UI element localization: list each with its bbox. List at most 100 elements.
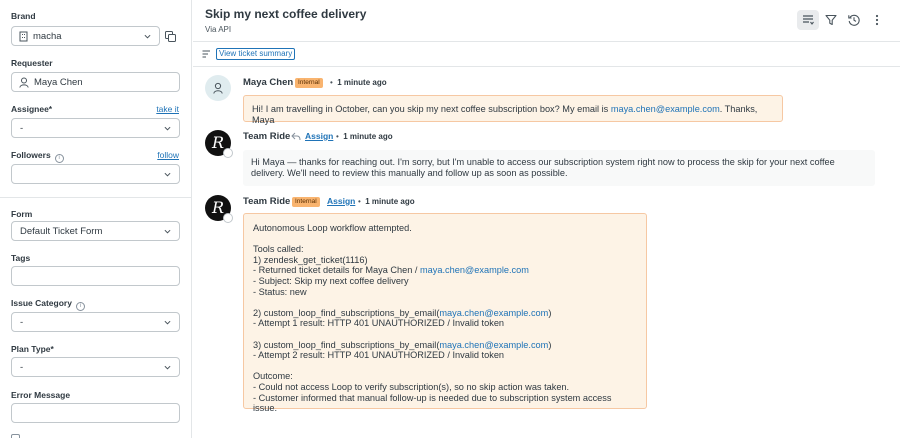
sidebar-divider	[0, 197, 191, 198]
followers-label: Followers i	[11, 150, 64, 163]
chevron-down-icon	[164, 229, 171, 234]
error-message-label: Error Message	[11, 390, 71, 400]
email-link[interactable]: maya.chen@example.com	[611, 104, 720, 114]
internal-badge: Internal	[295, 78, 323, 88]
message-timestamp: • 1 minute ago	[330, 78, 387, 87]
timestamp-text: 1 minute ago	[337, 78, 387, 87]
ticket-header: Skip my next coffee delivery Via API	[193, 0, 900, 42]
followers-select[interactable]	[11, 164, 180, 184]
user-icon	[213, 82, 223, 94]
avatar: R	[205, 195, 233, 223]
issue-category-label-text: Issue Category	[11, 298, 72, 308]
filter-button[interactable]	[820, 10, 842, 30]
internal-badge: Internal	[292, 197, 320, 207]
message-line: - Subject: Skip my next coffee delivery	[253, 275, 409, 286]
message-line: delivery. We'll need to review this manu…	[251, 168, 568, 178]
message-body: Hi Maya — thanks for reaching out. I'm s…	[243, 150, 875, 186]
message-text: 2) custom_loop_find_subscriptions_by_ema…	[253, 307, 440, 318]
more-options-button[interactable]	[866, 10, 888, 30]
message-body: Hi! I am travelling in October, can you …	[243, 95, 783, 125]
form-select[interactable]: Default Ticket Form	[11, 221, 180, 241]
plan-type-label: Plan Type*	[11, 344, 54, 354]
message-line: Hi Maya — thanks for reaching out. I'm s…	[251, 157, 835, 167]
assignee-label: Assignee*	[11, 104, 53, 114]
brand-value: macha	[33, 31, 62, 42]
email-link[interactable]: maya.chen@example.com	[439, 340, 548, 350]
agent-badge	[223, 213, 233, 223]
info-icon[interactable]: i	[75, 302, 85, 311]
agent-badge	[223, 148, 233, 158]
requester-label: Requester	[11, 58, 53, 68]
plan-type-value: -	[20, 362, 24, 373]
copy-icon[interactable]	[165, 31, 176, 42]
requester-field[interactable]: Maya Chen	[11, 72, 180, 92]
message-line: 2) custom_loop_find_subscriptions_by_ema…	[253, 308, 637, 319]
form-label: Form	[11, 209, 33, 219]
message-text: )	[548, 307, 552, 318]
conversation-list-button[interactable]	[797, 10, 819, 30]
follow-link[interactable]: follow	[157, 150, 179, 160]
message-text: 3) custom_loop_find_subscriptions_by_ema…	[253, 339, 440, 350]
issue-category-label: Issue Category i	[11, 298, 85, 311]
filter-icon	[825, 14, 837, 26]
list-icon	[803, 15, 814, 25]
message-line: Tools called:	[253, 244, 304, 255]
form-value: Default Ticket Form	[20, 226, 103, 237]
chevron-down-icon	[164, 365, 171, 370]
message-line: - Customer informed that manual follow-u…	[253, 392, 612, 414]
message-line: 1) zendesk_get_ticket(1116)	[253, 254, 368, 265]
user-icon	[19, 77, 29, 88]
assign-link[interactable]: Assign	[327, 196, 355, 206]
message-author[interactable]: Maya Chen	[243, 77, 293, 88]
timestamp-text: 1 minute ago	[365, 197, 415, 206]
message-timestamp: • 1 minute ago	[358, 197, 415, 206]
message-line: 3) custom_loop_find_subscriptions_by_ema…	[253, 340, 637, 351]
message-line: - Returned ticket details for Maya Chen …	[253, 265, 637, 276]
requester-value: Maya Chen	[34, 77, 83, 88]
avatar: R	[205, 130, 233, 158]
plan-type-select[interactable]: -	[11, 357, 180, 377]
chevron-down-icon	[144, 34, 151, 39]
more-icon	[875, 14, 879, 26]
message-author[interactable]: Team Ride	[243, 131, 290, 142]
history-button[interactable]	[843, 10, 865, 30]
assignee-select[interactable]: -	[11, 118, 180, 138]
brand-select[interactable]: macha	[11, 26, 160, 46]
message-author[interactable]: Team Ride	[243, 196, 290, 207]
page-title: Skip my next coffee delivery	[205, 7, 367, 21]
view-ticket-summary-button[interactable]: View ticket summary	[216, 48, 296, 60]
email-link[interactable]: maya.chen@example.com	[420, 265, 529, 275]
message-body: Autonomous Loop workflow attempted. Tool…	[243, 213, 647, 413]
history-icon	[848, 14, 860, 26]
info-icon[interactable]: i	[54, 154, 64, 163]
ticket-channel: Via API	[205, 25, 232, 34]
message-line: Outcome:	[253, 371, 293, 382]
issue-category-value: -	[20, 317, 24, 328]
message-text: )	[548, 339, 552, 350]
followers-label-text: Followers	[11, 150, 51, 160]
checkbox[interactable]	[11, 434, 20, 438]
issue-category-select[interactable]: -	[11, 312, 180, 332]
avatar	[205, 75, 231, 101]
building-icon	[19, 31, 28, 42]
message-line: - Status: new	[253, 286, 307, 297]
assign-link[interactable]: Assign	[305, 131, 333, 141]
message-line: - Attempt 1 result: HTTP 401 UNAUTHORIZE…	[253, 318, 505, 329]
ticket-properties-sidebar: Brand macha Requester Maya Chen Assignee…	[0, 0, 192, 438]
summary-icon	[202, 50, 210, 58]
email-link[interactable]: maya.chen@example.com	[439, 308, 548, 318]
chevron-down-icon	[164, 172, 171, 177]
brand-label: Brand	[11, 11, 36, 21]
summary-bar: View ticket summary	[193, 43, 900, 67]
take-it-link[interactable]: take it	[156, 104, 179, 114]
error-message-input[interactable]	[11, 403, 180, 423]
chevron-down-icon	[164, 126, 171, 131]
message-text: - Returned ticket details for Maya Chen …	[253, 265, 420, 276]
chevron-down-icon	[164, 320, 171, 325]
message-line: - Could not access Loop to verify subscr…	[253, 381, 570, 392]
message-timestamp: • 1 minute ago	[336, 132, 393, 141]
tags-input[interactable]	[11, 266, 180, 286]
message-line: Autonomous Loop workflow attempted.	[253, 223, 412, 233]
assignee-value: -	[20, 123, 24, 134]
message-line: - Attempt 2 result: HTTP 401 UNAUTHORIZE…	[253, 350, 505, 361]
